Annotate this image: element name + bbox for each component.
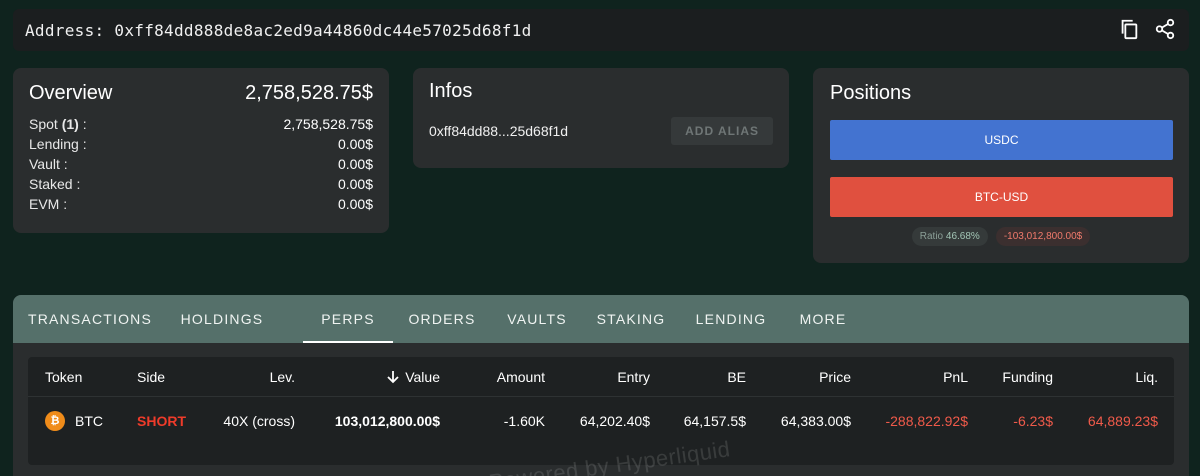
address-actions xyxy=(1117,17,1177,41)
tab-orders[interactable]: ORDERS xyxy=(393,295,491,343)
cell-pnl: -288,822.92$ xyxy=(885,413,968,429)
cell-value: 103,012,800.00$ xyxy=(334,413,440,429)
tab-holdings[interactable]: HOLDINGS xyxy=(167,295,277,343)
header-amount[interactable]: Amount xyxy=(458,357,545,396)
arrow-down-icon xyxy=(386,370,400,384)
short-address: 0xff84dd88...25d68f1d xyxy=(429,123,569,139)
position-btc-bar[interactable]: BTC-USD xyxy=(830,177,1173,217)
overview-row-value: 0.00$ xyxy=(337,176,373,192)
infos-title: Infos xyxy=(429,80,473,102)
tab-staking[interactable]: STAKING xyxy=(583,295,679,343)
overview-row-value: 2,758,528.75$ xyxy=(283,116,373,132)
overview-row-vault: Vault : 0.00$ xyxy=(29,154,373,174)
overview-row-evm: EVM : 0.00$ xyxy=(29,194,373,214)
infos-card: Infos 0xff84dd88...25d68f1d ADD ALIAS xyxy=(413,68,789,168)
table-row[interactable]: ₿ BTC SHORT 40X (cross) 103,012,800.00$ … xyxy=(28,400,1174,442)
overview-title: Overview xyxy=(29,82,113,104)
positions-card: Positions USDC BTC-USD Ratio 46.68% -103… xyxy=(813,68,1189,263)
header-value-label: Value xyxy=(405,368,440,385)
watermark: Powered by Hyperliquid xyxy=(487,436,732,476)
position-usdc-bar[interactable]: USDC xyxy=(830,120,1173,160)
overview-row-value: 0.00$ xyxy=(337,136,373,152)
add-alias-button[interactable]: ADD ALIAS xyxy=(671,117,773,145)
cell-entry: 64,202.40$ xyxy=(579,413,650,429)
overview-total: 2,758,528.75$ xyxy=(245,82,373,104)
header-entry[interactable]: Entry xyxy=(558,357,650,396)
overview-row-lending: Lending : 0.00$ xyxy=(29,134,373,154)
tab-transactions[interactable]: TRANSACTIONS xyxy=(13,295,167,343)
perps-table: Token Side Lev. Value Amount Entry BE Pr… xyxy=(28,357,1174,476)
tab-perps[interactable]: PERPS xyxy=(303,295,393,343)
overview-row-value: 0.00$ xyxy=(337,196,373,212)
perps-panel: TRANSACTIONS HOLDINGS PERPS ORDERS VAULT… xyxy=(13,295,1189,476)
cell-lev: 40X (cross) xyxy=(223,413,295,429)
ratio-badge: Ratio 46.68% xyxy=(911,227,988,246)
overview-row-label: Lending : xyxy=(29,136,87,152)
overview-row-spot: Spot (1) : 2,758,528.75$ xyxy=(29,114,373,134)
positions-title: Positions xyxy=(830,82,912,104)
overview-row-staked: Staked : 0.00$ xyxy=(29,174,373,194)
cell-be: 64,157.5$ xyxy=(683,413,746,429)
header-pnl[interactable]: PnL xyxy=(868,357,968,396)
header-be[interactable]: BE xyxy=(668,357,746,396)
tab-lending[interactable]: LENDING xyxy=(679,295,783,343)
bitcoin-icon: ₿ xyxy=(45,411,65,431)
copy-icon[interactable] xyxy=(1117,17,1141,41)
overview-card: Overview 2,758,528.75$ Spot (1) : 2,758,… xyxy=(13,68,389,233)
cell-funding: -6.23$ xyxy=(1013,413,1053,429)
cell-token: ₿ BTC xyxy=(45,400,103,442)
header-side[interactable]: Side xyxy=(137,357,165,396)
header-lev[interactable]: Lev. xyxy=(198,357,295,396)
header-token[interactable]: Token xyxy=(45,357,82,396)
overview-row-label: Staked : xyxy=(29,176,81,192)
tab-bar: TRANSACTIONS HOLDINGS PERPS ORDERS VAULT… xyxy=(13,295,1189,343)
table-header: Token Side Lev. Value Amount Entry BE Pr… xyxy=(28,357,1174,397)
overview-row-label: EVM : xyxy=(29,196,68,212)
overview-row-value: 0.00$ xyxy=(337,156,373,172)
address-bar: Address: 0xff84dd888de8ac2ed9a44860dc44e… xyxy=(13,9,1189,51)
cell-liq: 64,889.23$ xyxy=(1087,413,1158,429)
tab-vaults[interactable]: VAULTS xyxy=(491,295,583,343)
cell-amount: -1.60K xyxy=(503,413,545,429)
header-value[interactable]: Value xyxy=(328,357,440,396)
tab-more[interactable]: MORE xyxy=(783,295,863,343)
overview-row-label: Spot (1) : xyxy=(29,116,87,132)
share-icon[interactable] xyxy=(1153,17,1177,41)
wallet-address: Address: 0xff84dd888de8ac2ed9a44860dc44e… xyxy=(25,20,532,40)
notional-badge: -103,012,800.00$ xyxy=(995,227,1091,246)
tab-spacer xyxy=(277,295,303,343)
header-funding[interactable]: Funding xyxy=(978,357,1053,396)
header-price[interactable]: Price xyxy=(758,357,851,396)
cell-price: 64,383.00$ xyxy=(780,413,851,429)
cell-side: SHORT xyxy=(137,413,186,429)
overview-row-label: Vault : xyxy=(29,156,68,172)
token-name: BTC xyxy=(75,413,103,429)
header-liq[interactable]: Liq. xyxy=(1068,357,1158,396)
